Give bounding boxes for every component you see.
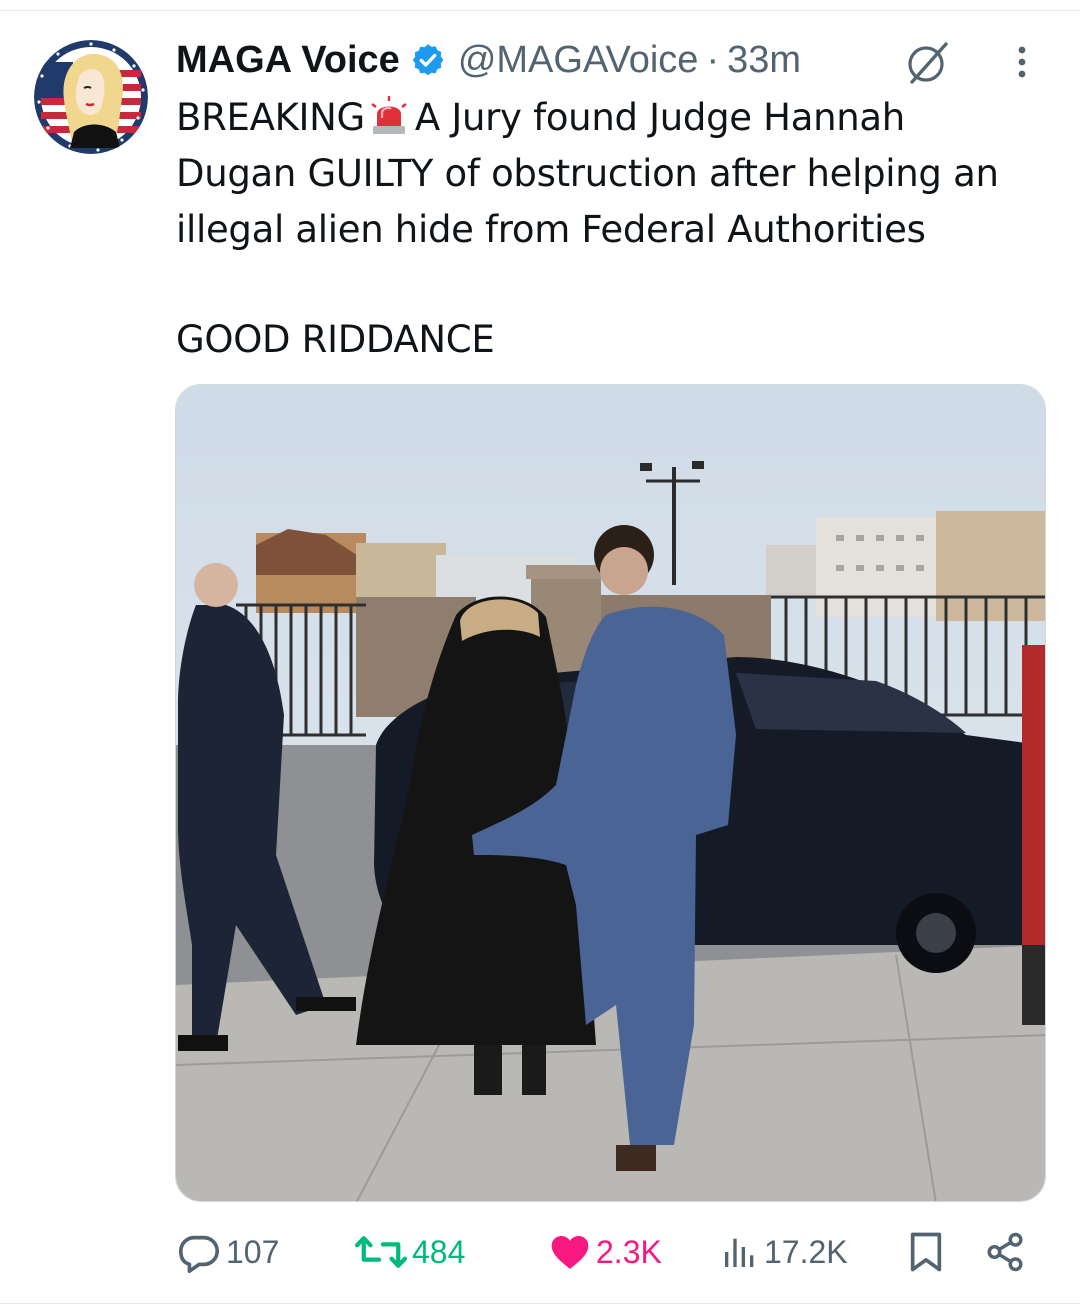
post-text-paragraph-2: GOOD RIDDANCE: [176, 318, 495, 361]
reply-count: 107: [226, 1233, 280, 1270]
post-text-headline-start: A Jury found Judge Hannah: [414, 96, 905, 139]
bookmark-button[interactable]: [906, 1222, 946, 1282]
avatar-image: [34, 40, 148, 154]
repost-icon: [354, 1236, 408, 1268]
share-icon: [987, 1232, 1023, 1272]
post-header: MAGA Voice @MAGAVoice · 33m: [176, 34, 801, 86]
author-avatar[interactable]: [34, 40, 148, 154]
author-display-name[interactable]: MAGA Voice: [176, 39, 400, 82]
author-handle[interactable]: @MAGAVoice: [458, 39, 699, 82]
verified-badge-icon[interactable]: [410, 42, 446, 78]
repost-button[interactable]: 484: [354, 1222, 465, 1282]
header-separator: ·: [706, 38, 720, 81]
views-icon: [725, 1238, 754, 1267]
repost-count: 484: [412, 1233, 466, 1270]
more-vertical-icon[interactable]: [1008, 42, 1036, 82]
views-button[interactable]: 17.2K: [720, 1222, 848, 1282]
bookmark-icon: [910, 1232, 942, 1272]
like-count: 2.3K: [596, 1233, 662, 1270]
post-text-line-1: BREAKING A Jury found Judge Hannah: [176, 90, 1056, 146]
siren-emoji-icon: [369, 96, 409, 136]
reply-icon: [178, 1235, 220, 1273]
post-action-bar: 107 484 2.3K 17.2K: [0, 1222, 1080, 1282]
post-text-line-3: illegal alien hide from Federal Authorit…: [176, 208, 926, 251]
grok-icon[interactable]: [904, 38, 952, 86]
post-text: BREAKING A Jury found Judge Hannah Dugan…: [176, 90, 1056, 258]
breaking-word: BREAKING: [176, 96, 365, 139]
like-button[interactable]: 2.3K: [548, 1222, 662, 1282]
post-media-photo[interactable]: [175, 384, 1046, 1202]
photo-arrest-scene: [176, 385, 1045, 1201]
share-button[interactable]: [984, 1222, 1026, 1282]
heart-icon: [551, 1236, 589, 1269]
views-count: 17.2K: [764, 1233, 848, 1270]
bottom-divider: [0, 1303, 1080, 1304]
top-divider: [0, 10, 1080, 11]
post-text-line-2: Dugan GUILTY of obstruction after helpin…: [176, 152, 999, 195]
reply-button[interactable]: 107: [176, 1222, 279, 1282]
post-timestamp[interactable]: 33m: [727, 39, 801, 82]
